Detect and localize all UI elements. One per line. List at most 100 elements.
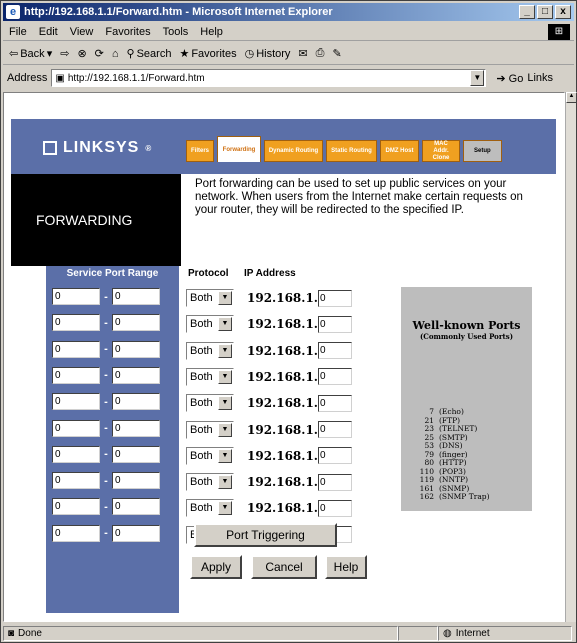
port-end-input[interactable]: 0 bbox=[112, 340, 160, 358]
address-input[interactable]: ▣ http://192.168.1.1/Forward.htm bbox=[51, 69, 487, 87]
port-start-input[interactable]: 0 bbox=[52, 524, 100, 542]
port-start-input[interactable]: 0 bbox=[52, 472, 100, 490]
port-triggering-button[interactable]: Port Triggering bbox=[194, 523, 337, 547]
chevron-down-icon: ▼ bbox=[218, 343, 232, 358]
ip-last-octet-input[interactable]: 0 bbox=[317, 473, 352, 491]
ip-last-octet-input[interactable]: 0 bbox=[317, 499, 352, 517]
protocol-select[interactable]: Both▼ bbox=[186, 394, 234, 413]
ip-last-octet-input[interactable]: 0 bbox=[317, 342, 352, 360]
menu-tools[interactable]: Tools bbox=[163, 26, 189, 38]
ip-last-octet-input[interactable]: 0 bbox=[317, 394, 352, 412]
ip-last-octet-input[interactable]: 0 bbox=[317, 447, 352, 465]
vertical-scrollbar[interactable]: ▲ bbox=[565, 92, 577, 622]
ip-last-octet-input[interactable]: 0 bbox=[317, 421, 352, 438]
maximize-button[interactable]: □ bbox=[537, 5, 553, 19]
address-dropdown[interactable]: ▼ bbox=[470, 70, 485, 86]
ip-last-octet-input[interactable]: 0 bbox=[317, 315, 352, 333]
port-start-input[interactable]: 0 bbox=[52, 393, 100, 411]
port-range-row: 0-0 bbox=[52, 445, 160, 463]
protocol-select[interactable]: Both▼ bbox=[186, 341, 234, 360]
port-start-input[interactable]: 0 bbox=[52, 419, 100, 437]
refresh-button[interactable]: ⟳ bbox=[95, 47, 104, 60]
tab-static-routing[interactable]: Static Routing bbox=[326, 140, 377, 162]
protocol-select[interactable]: Both▼ bbox=[186, 315, 234, 334]
mail-button[interactable]: ✉ bbox=[298, 47, 307, 60]
port-end-input[interactable]: 0 bbox=[112, 393, 160, 411]
apply-button[interactable]: Apply bbox=[190, 555, 242, 579]
search-button[interactable]: ⚲ Search bbox=[126, 47, 172, 61]
port-end-input[interactable]: 0 bbox=[112, 524, 160, 542]
ip-prefix: 192.168.1. bbox=[247, 422, 318, 437]
tab-setup[interactable]: Setup bbox=[463, 140, 502, 162]
stop-button[interactable]: ⊗ bbox=[77, 47, 86, 60]
port-end-input[interactable]: 0 bbox=[112, 498, 160, 516]
tab-dynamic-routing[interactable]: Dynamic Routing bbox=[264, 140, 323, 162]
ip-last-octet-input[interactable]: 0 bbox=[317, 289, 352, 307]
forwarding-table: Service Port Range 0-00-00-00-00-00-00-0… bbox=[11, 266, 556, 616]
port-start-input[interactable]: 0 bbox=[52, 445, 100, 463]
port-start-input[interactable]: 0 bbox=[52, 366, 100, 384]
print-button[interactable]: ⎙ bbox=[316, 47, 325, 60]
close-button[interactable]: x bbox=[555, 5, 571, 19]
port-start-input[interactable]: 0 bbox=[52, 314, 100, 332]
forward-button[interactable]: ⇨ bbox=[60, 47, 69, 60]
port-range-row: 0-0 bbox=[52, 340, 160, 358]
favorites-button[interactable]: ★ Favorites bbox=[179, 47, 236, 61]
port-start-input[interactable]: 0 bbox=[52, 288, 100, 305]
ip-address-header: IP Address bbox=[244, 268, 296, 279]
menu-file[interactable]: File bbox=[9, 26, 27, 38]
protocol-select[interactable]: Both▼ bbox=[186, 367, 234, 386]
linksys-mark-icon bbox=[43, 141, 57, 155]
menu-favorites[interactable]: Favorites bbox=[105, 26, 150, 38]
minimize-button[interactable]: _ bbox=[519, 5, 535, 19]
links-button[interactable]: Links bbox=[527, 72, 553, 84]
back-icon: ⇦ bbox=[9, 48, 19, 60]
forward-icon: ⇨ bbox=[60, 48, 70, 60]
cancel-button[interactable]: Cancel bbox=[251, 555, 317, 579]
help-button[interactable]: Help bbox=[325, 555, 367, 579]
port-end-input[interactable]: 0 bbox=[112, 472, 160, 490]
tab-filters[interactable]: Filters bbox=[186, 140, 214, 162]
port-end-input[interactable]: 0 bbox=[112, 445, 160, 463]
tab-mac-addr-clone[interactable]: MAC Addr. Clone bbox=[422, 140, 460, 162]
go-button[interactable]: ➔ Go bbox=[496, 72, 523, 85]
home-button[interactable]: ⌂ bbox=[112, 48, 119, 60]
scroll-up-arrow-icon[interactable]: ▲ bbox=[566, 92, 577, 103]
tab-forwarding[interactable]: Forwarding bbox=[217, 136, 261, 162]
port-start-input[interactable]: 0 bbox=[52, 340, 100, 358]
page-viewport: LINKSYS ® Filters Forwarding Dynamic Rout… bbox=[3, 92, 565, 622]
port-range-row: 0-0 bbox=[52, 524, 160, 542]
tab-dmz-host[interactable]: DMZ Host bbox=[380, 140, 419, 162]
ip-last-octet-input[interactable]: 0 bbox=[317, 368, 352, 386]
protocol-select[interactable]: Both▼ bbox=[186, 289, 234, 307]
protocol-select[interactable]: Both▼ bbox=[186, 499, 234, 518]
port-end-input[interactable]: 0 bbox=[112, 419, 160, 437]
protocol-select[interactable]: Both▼ bbox=[186, 446, 234, 465]
port-range-row: 0-0 bbox=[52, 419, 160, 437]
well-known-port-row: 162 (SNMP Trap) bbox=[401, 492, 490, 501]
address-label: Address bbox=[7, 72, 48, 84]
port-start-input[interactable]: 0 bbox=[52, 498, 100, 516]
port-end-input[interactable]: 0 bbox=[112, 366, 160, 384]
search-icon: ⚲ bbox=[126, 48, 135, 60]
ip-prefix: 192.168.1. bbox=[247, 501, 318, 516]
menu-view[interactable]: View bbox=[70, 26, 94, 38]
ip-prefix: 192.168.1. bbox=[247, 448, 318, 463]
port-number: 162 bbox=[419, 492, 434, 501]
port-end-input[interactable]: 0 bbox=[112, 288, 160, 305]
menu-edit[interactable]: Edit bbox=[39, 26, 58, 38]
back-button[interactable]: ⇦ Back ▾ bbox=[9, 47, 52, 61]
history-button[interactable]: ◷ History bbox=[245, 47, 291, 61]
protocol-ip-row: Both▼ 192.168.1.0 bbox=[186, 420, 352, 439]
favorites-icon: ★ bbox=[179, 48, 190, 60]
zone-indicator: ◍ Internet bbox=[438, 626, 572, 641]
port-end-input[interactable]: 0 bbox=[112, 314, 160, 332]
ip-prefix: 192.168.1. bbox=[247, 369, 318, 384]
ip-prefix: 192.168.1. bbox=[247, 317, 318, 332]
menu-help[interactable]: Help bbox=[200, 26, 223, 38]
mail-icon: ✉ bbox=[298, 48, 308, 60]
edit-button[interactable]: ✎ bbox=[332, 47, 341, 60]
protocol-select[interactable]: Both▼ bbox=[186, 473, 234, 492]
tab-bar: Filters Forwarding Dynamic Routing Stati… bbox=[186, 136, 502, 162]
protocol-select[interactable]: Both▼ bbox=[186, 420, 234, 439]
